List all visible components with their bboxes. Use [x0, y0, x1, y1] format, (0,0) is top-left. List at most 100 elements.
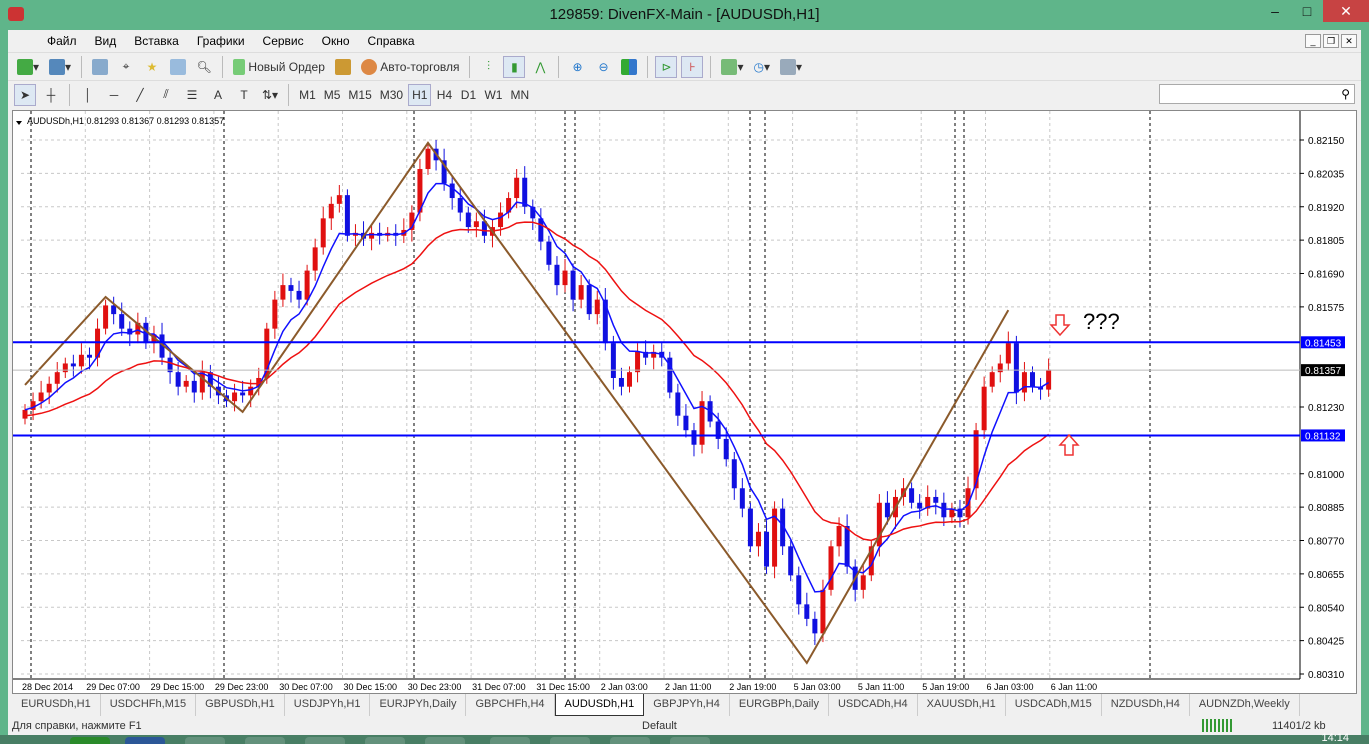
candle-body	[175, 372, 181, 387]
timeframe-mn[interactable]: MN	[507, 84, 532, 106]
star-folder-icon: ★	[146, 59, 158, 74]
candle-body	[675, 392, 681, 416]
vertical-line-button[interactable]: │	[77, 84, 99, 106]
candle-body	[199, 372, 205, 393]
menu-item-1[interactable]: Вид	[86, 34, 126, 48]
menu-item-0[interactable]: Файл	[38, 34, 86, 48]
chart-tab[interactable]: EURUSDh,H1	[12, 694, 101, 716]
mdi-restore-button[interactable]: ❐	[1323, 34, 1339, 48]
timeframe-d1[interactable]: D1	[457, 84, 479, 106]
candle-body	[739, 488, 745, 509]
y-tick-label: 0.81000	[1308, 470, 1345, 481]
taskbar-app-icon[interactable]	[670, 737, 710, 744]
timeframe-m15[interactable]: M15	[345, 84, 374, 106]
candle-body	[248, 386, 254, 396]
mdi-minimize-button[interactable]: _	[1305, 34, 1321, 48]
fibonacci-button[interactable]: ☰	[181, 84, 203, 106]
chart-tab[interactable]: AUDUSDh,H1	[554, 694, 645, 716]
taskbar-word-icon[interactable]	[125, 737, 165, 744]
templates-button[interactable]: ▾	[777, 56, 805, 78]
chart-info-label: AUDUSDh,H1 0.81293 0.81367 0.81293 0.813…	[27, 116, 224, 126]
new-chart-button[interactable]: ▾	[14, 56, 42, 78]
arrows-button[interactable]: ⇅▾	[259, 84, 281, 106]
taskbar-app-icon[interactable]	[245, 737, 285, 744]
chart-tab[interactable]: EURGBPh,Daily	[730, 694, 829, 716]
minimize-button[interactable]: –	[1259, 0, 1291, 22]
tile-windows-button[interactable]	[618, 56, 640, 78]
candlestick-button[interactable]: ▮	[503, 55, 526, 78]
menu-item-4[interactable]: Сервис	[254, 34, 313, 48]
chart-tab[interactable]: USDCADh,M15	[1006, 694, 1102, 716]
chart-shift-button[interactable]: ⊦	[681, 55, 704, 78]
line-chart-button[interactable]: ⋀	[529, 56, 551, 78]
maximize-button[interactable]: □	[1291, 0, 1323, 22]
autoscroll-button[interactable]: ⊳	[655, 55, 678, 78]
timeframe-w1[interactable]: W1	[481, 84, 505, 106]
trendline-button[interactable]: ╱	[129, 84, 151, 106]
fibonacci-icon: ☰	[186, 87, 198, 102]
tester-button[interactable]: 🔍︎	[193, 56, 215, 78]
text-button[interactable]: A	[207, 84, 229, 106]
zoom-in-button[interactable]: ⊕	[566, 56, 588, 78]
timeframe-h4[interactable]: H4	[433, 84, 455, 106]
chart-tab[interactable]: GBPJPYh,H4	[644, 694, 730, 716]
indicators-button[interactable]: ▾	[718, 56, 746, 78]
timeframe-m5[interactable]: M5	[321, 84, 344, 106]
crosshair-button[interactable]: ┼	[40, 84, 62, 106]
chart-tab[interactable]: AUDNZDh,Weekly	[1190, 694, 1300, 716]
search-input[interactable]: ⚲	[1159, 84, 1355, 104]
menu-item-2[interactable]: Вставка	[125, 34, 188, 48]
candle-body	[280, 285, 286, 300]
candle-body	[38, 392, 44, 402]
cursor-button[interactable]: ➤	[14, 83, 36, 106]
chart-menu-triangle-icon[interactable]	[16, 121, 22, 125]
navigator-button[interactable]: ★	[141, 56, 163, 78]
mdi-close-button[interactable]: ✕	[1341, 34, 1357, 48]
metaeditor-button[interactable]	[332, 56, 354, 78]
auto-trading-button[interactable]: Авто-торговля	[358, 56, 463, 78]
candle-body	[328, 203, 334, 219]
chart-tab[interactable]: GBPUSDh,H1	[196, 694, 285, 716]
candle-body	[554, 264, 560, 286]
terminal-button[interactable]	[167, 56, 189, 78]
chart-tab[interactable]: EURJPYh,Daily	[370, 694, 467, 716]
periods-button[interactable]: ◷ ▾	[751, 56, 774, 78]
chart-tab[interactable]: XAUUSDh,H1	[918, 694, 1006, 716]
candle-body	[836, 525, 842, 547]
taskbar-app-icon[interactable]	[305, 737, 345, 744]
menu-item-6[interactable]: Справка	[359, 34, 424, 48]
new-order-button[interactable]: Новый Ордер	[230, 56, 328, 78]
taskbar-app-icon[interactable]	[70, 737, 110, 744]
timeframe-h1[interactable]: H1	[408, 83, 432, 106]
taskbar-skype-icon[interactable]	[425, 737, 465, 744]
chart-window[interactable]: 0.82150 0.82035 0.81920 0.81805 0.81690 0.815…	[12, 110, 1357, 694]
taskbar-app-icon[interactable]	[550, 737, 590, 744]
timeframe-m30[interactable]: M30	[377, 84, 406, 106]
bar-chart-button[interactable]: ⫶	[477, 56, 499, 78]
data-window-button[interactable]: ⌖	[115, 56, 137, 78]
chart-tab[interactable]: GBPCHFh,H4	[466, 694, 555, 716]
taskbar-metatrader-icon[interactable]	[490, 737, 530, 744]
taskbar-chrome-icon[interactable]	[185, 737, 225, 744]
menu-item-5[interactable]: Окно	[313, 34, 359, 48]
profiles-button[interactable]: ▾	[46, 56, 74, 78]
x-tick-label: 29 Dec 23:00	[215, 682, 269, 692]
candle-body	[62, 363, 68, 373]
auto-trading-icon	[360, 58, 377, 75]
chart-shift-icon: ⊦	[689, 59, 696, 74]
price-chart[interactable]: 0.82150 0.82035 0.81920 0.81805 0.81690 0.815…	[13, 111, 1357, 694]
chart-tab[interactable]: USDCHFh,M15	[101, 694, 197, 716]
zoom-out-button[interactable]: ⊖	[592, 56, 614, 78]
menu-item-3[interactable]: Графики	[188, 34, 254, 48]
chart-tab[interactable]: USDCADh,H4	[829, 694, 918, 716]
chart-tab[interactable]: NZDUSDh,H4	[1102, 694, 1190, 716]
channel-button[interactable]: ⫽	[155, 84, 177, 106]
market-watch-button[interactable]	[89, 56, 111, 78]
timeframe-m1[interactable]: M1	[296, 84, 319, 106]
taskbar-app-icon[interactable]	[365, 737, 405, 744]
taskbar-app-icon[interactable]	[610, 737, 650, 744]
label-button[interactable]: T	[233, 84, 255, 106]
close-button[interactable]: ✕	[1323, 0, 1369, 22]
horizontal-line-button[interactable]: ─	[103, 84, 125, 106]
chart-tab[interactable]: USDJPYh,H1	[285, 694, 371, 716]
